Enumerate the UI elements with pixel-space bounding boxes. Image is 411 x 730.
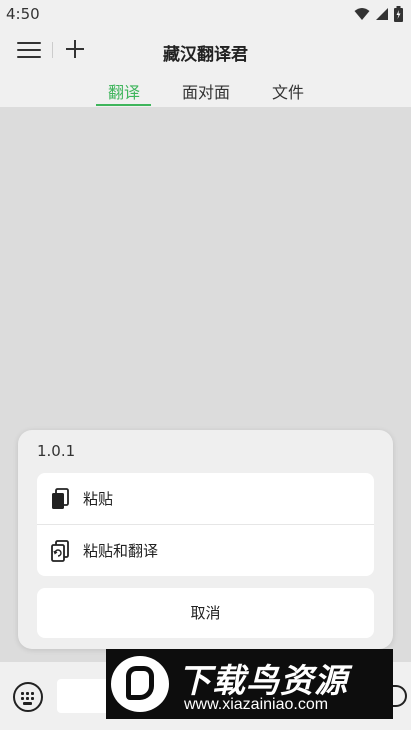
- paste-action-sheet: 1.0.1 粘贴 粘贴和翻译 取消: [18, 430, 393, 649]
- status-time: 4:50: [6, 5, 40, 23]
- top-bar: 4:50 藏汉翻译君 翻译 面对面 文件: [0, 0, 411, 107]
- watermark-url: www.xiazainiao.com: [184, 696, 329, 713]
- menu-card: 粘贴 粘贴和翻译: [37, 473, 374, 576]
- paste-translate-icon: [51, 540, 69, 562]
- app-bar: 藏汉翻译君: [0, 30, 411, 70]
- wifi-icon: [354, 8, 370, 20]
- menu-item-paste-translate[interactable]: 粘贴和翻译: [37, 525, 374, 576]
- tab-translate[interactable]: 翻译: [108, 79, 140, 103]
- signal-icon: [376, 8, 388, 20]
- tab-file[interactable]: 文件: [272, 79, 304, 103]
- paste-icon: [52, 488, 69, 509]
- app-title: 藏汉翻译君: [163, 45, 248, 65]
- tab-face-to-face[interactable]: 面对面: [182, 79, 230, 103]
- cancel-button[interactable]: 取消: [37, 588, 374, 638]
- menu-item-paste[interactable]: 粘贴: [37, 473, 374, 524]
- tab-bar: 翻译 面对面 文件: [0, 72, 411, 107]
- watermark-title: 下载鸟资源: [178, 661, 348, 700]
- status-icons: [354, 6, 403, 22]
- tab-active-indicator: [96, 104, 151, 106]
- watermark-logo: [111, 656, 169, 712]
- menu-item-label: 粘贴: [83, 490, 114, 508]
- watermark-banner: 下载鸟资源 www.xiazainiao.com: [106, 649, 393, 719]
- status-bar: 4:50: [0, 0, 411, 30]
- version-label: 1.0.1: [37, 442, 76, 460]
- battery-icon: [394, 6, 403, 22]
- menu-item-label: 粘贴和翻译: [83, 542, 159, 560]
- keyboard-icon[interactable]: [13, 682, 43, 712]
